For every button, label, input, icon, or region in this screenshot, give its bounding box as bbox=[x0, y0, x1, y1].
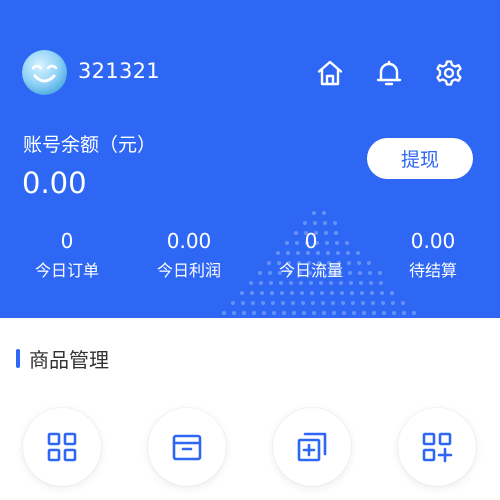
add-square-icon bbox=[297, 432, 327, 462]
avatar[interactable] bbox=[22, 50, 67, 95]
section-header: 商品管理 bbox=[16, 344, 109, 373]
bell-icon[interactable] bbox=[374, 58, 404, 88]
section-accent-bar bbox=[16, 349, 20, 368]
grid-icon bbox=[47, 432, 77, 462]
gear-icon[interactable] bbox=[434, 58, 464, 88]
stat-label: 待结算 bbox=[408, 261, 457, 280]
balance-label: 账号余额（元） bbox=[23, 134, 157, 156]
username: 321321 bbox=[78, 59, 160, 83]
stat-value: 0.00 bbox=[410, 229, 456, 253]
stat-value: 0 bbox=[60, 229, 74, 253]
stat-label: 今日订单 bbox=[34, 261, 99, 280]
grid-add-icon bbox=[422, 432, 453, 463]
tool-grid-button[interactable] bbox=[23, 408, 101, 486]
stat-label: 今日流量 bbox=[278, 261, 343, 280]
stat-value: 0 bbox=[304, 229, 318, 253]
stat-label: 今日利润 bbox=[156, 261, 221, 280]
stat-today-profit[interactable]: 0.00 今日利润 bbox=[134, 228, 244, 282]
stat-pending-settlement[interactable]: 0.00 待结算 bbox=[378, 228, 488, 282]
stat-today-traffic[interactable]: 0 今日流量 bbox=[256, 228, 366, 282]
tool-archive-button[interactable] bbox=[148, 408, 226, 486]
section-title: 商品管理 bbox=[29, 348, 109, 372]
archive-box-icon bbox=[172, 434, 202, 461]
tool-add-button[interactable] bbox=[273, 408, 351, 486]
tool-grid-add-button[interactable] bbox=[398, 408, 476, 486]
balance-value: 0.00 bbox=[22, 166, 87, 200]
home-icon[interactable] bbox=[315, 58, 345, 88]
stat-value: 0.00 bbox=[166, 229, 212, 253]
account-header: 321321 账号余额（元） 0.00 提现 0 今日订单 0.00 今日利润 … bbox=[0, 0, 500, 318]
stat-today-orders[interactable]: 0 今日订单 bbox=[12, 228, 122, 282]
withdraw-button[interactable]: 提现 bbox=[367, 138, 473, 179]
